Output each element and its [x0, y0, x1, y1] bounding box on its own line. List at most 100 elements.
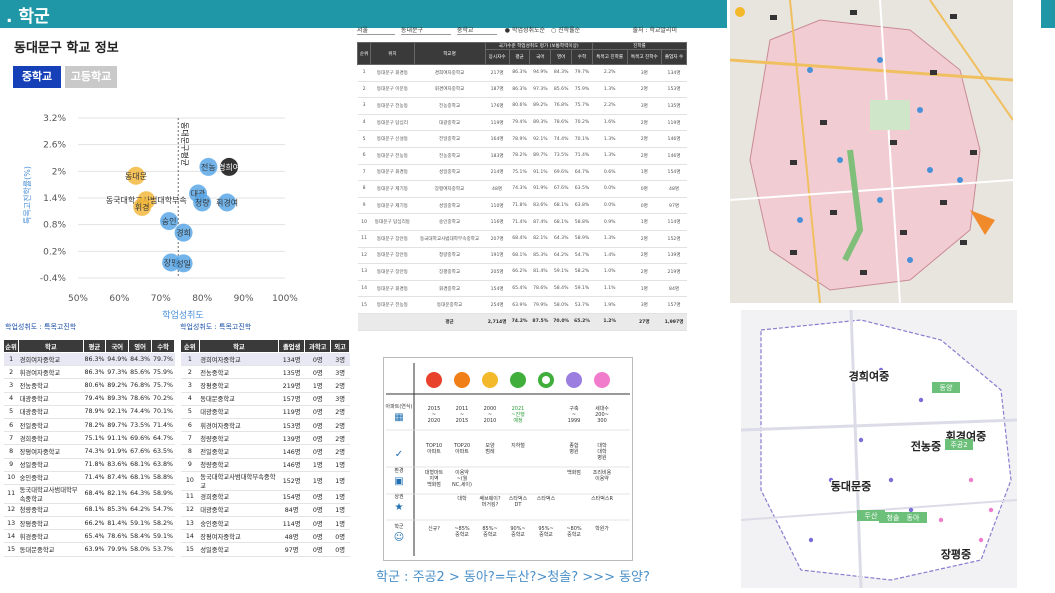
map2-school-dot[interactable] — [808, 537, 814, 543]
comparison-cell: 207명 — [485, 230, 510, 248]
comparison-row[interactable]: 4 동대문구 답십리 대광중학교 119명 79.4% 89.3% 78.6% 70.2% 1.… — [357, 114, 687, 132]
table-b-row[interactable]: 1 경희여자중학교 134명 0명 3명 — [180, 352, 350, 367]
radio-achievement[interactable]: ● 학업성취도순 — [505, 27, 545, 34]
table-a-row[interactable]: 4 대광중학교 79.4% 89.3% 78.6% 70.2% — [3, 392, 175, 406]
map-marker-icon[interactable] — [900, 230, 907, 235]
map2-school-dot[interactable] — [908, 507, 914, 513]
map2-school-dot[interactable] — [938, 517, 944, 523]
table-b-row[interactable]: 10 동국대학교사범대학부속중학교 152명 1명 1명 — [180, 471, 350, 491]
comparison-row[interactable]: 6 동대문구 전농동 전농중학교 183명 78.2% 89.7% 73.5% 71.4% 1.… — [357, 147, 687, 165]
comparison-row[interactable]: 15 동대문구 전농동 동대문중학교 254명 63.9% 79.9% 58.0% 53.7%… — [357, 296, 687, 314]
comparison-cell: 146명 — [661, 130, 687, 148]
filter-bar: 서울 동대문구 중학교 ● 학업성취도순 ○ 진학률순 출처 : 학교알리미 — [357, 25, 725, 41]
comparison-row[interactable]: 2 동대문구 이문동 휘경여자중학교 187명 86.3% 97.3% 85.6% 75.9%… — [357, 81, 687, 99]
map2-school-dot[interactable] — [968, 477, 974, 483]
map-marker-icon[interactable] — [970, 150, 977, 155]
map-school-dot[interactable] — [797, 217, 803, 223]
table-b-row[interactable]: 14 장평여자중학교 48명 0명 0명 — [180, 529, 350, 544]
map2-school-label: 장평중 — [941, 547, 971, 561]
table-a-cell: 숭인중학교 — [18, 471, 84, 485]
map2-school-label: 경희여중 — [849, 369, 889, 383]
map-school-dot[interactable] — [807, 67, 813, 73]
col-location: 위치 — [370, 42, 415, 65]
table-b-cell: 2명 — [330, 444, 350, 459]
comparison-row[interactable]: 5 동대문구 신설동 전일중학교 164명 78.9% 92.1% 74.4% 70.1% 1.… — [357, 130, 687, 148]
map-marker-icon[interactable] — [820, 120, 827, 125]
comparison-row[interactable]: 3 동대문구 전농동 전농중학교 176명 80.6% 89.2% 76.8% 75.7% 2.… — [357, 97, 687, 115]
table-a-cell: 59.1% — [128, 516, 152, 531]
table-a-row[interactable]: 12 청량중학교 68.1% 85.3% 64.2% 54.7% — [3, 503, 175, 518]
map-marker-icon[interactable] — [790, 250, 797, 255]
map-marker-icon[interactable] — [790, 160, 797, 165]
level-select[interactable]: 중학교 — [456, 25, 497, 35]
table-b-row[interactable]: 5 대광중학교 119명 0명 2명 — [180, 405, 350, 419]
table-a-row[interactable]: 8 장평여자중학교 74.3% 91.9% 67.6% 63.5% — [3, 444, 175, 459]
district-map-overview[interactable] — [730, 0, 1013, 303]
table-a-row[interactable]: 1 경희여자중학교 86.3% 94.9% 84.3% 79.7% — [3, 352, 175, 367]
table-b-row[interactable]: 2 전농중학교 135명 0명 3명 — [180, 365, 350, 380]
comparison-row[interactable]: 14 동대문구 휘경동 휘경중학교 154명 65.4% 78.6% 58.4% 59.1% 1… — [357, 280, 687, 298]
map-school-dot[interactable] — [927, 167, 933, 173]
table-a-row[interactable]: 13 장평중학교 66.2% 81.4% 59.1% 58.2% — [3, 516, 175, 531]
table-b-row[interactable]: 13 숭인중학교 114명 0명 1명 — [180, 516, 350, 531]
comparison-row[interactable]: 12 동대문구 장안동 청량중학교 191명 68.1% 85.3% 64.2% 54.7% 1… — [357, 247, 687, 265]
comparison-row[interactable]: 1 동대문구 휘경동 경희여자중학교 217명 86.3% 94.9% 84.3% 79.7%… — [357, 64, 687, 82]
comparison-row[interactable]: 10 동대문구 답십리동 숭인중학교 116명 71.4% 87.4% 68.1% 58.8%… — [357, 213, 687, 231]
comparison-row[interactable]: 8 동대문구 제기동 장평여자중학교 48명 74.3% 91.9% 67.6% 63.5% 0… — [357, 180, 687, 198]
table-a-row[interactable]: 9 성일중학교 71.8% 83.6% 68.1% 63.8% — [3, 458, 175, 472]
comparison-row[interactable]: 11 동대문구 장안동 동국대학교사범대학부속중학교 207명 68.4% 82.1% 64… — [357, 230, 687, 248]
map-school-dot[interactable] — [877, 197, 883, 203]
table-b-row[interactable]: 12 대광중학교 84명 0명 1명 — [180, 503, 350, 518]
district-select[interactable]: 동대문구 — [400, 25, 451, 35]
map-school-dot[interactable] — [917, 107, 923, 113]
table-a-row[interactable]: 15 동대문중학교 63.9% 79.9% 58.0% 53.7% — [3, 542, 175, 557]
map-marker-icon[interactable] — [830, 210, 837, 215]
table-a-row[interactable]: 11 동국대학교사범대학부속중학교 68.4% 82.1% 64.3% 58.9% — [3, 484, 175, 504]
map-marker-icon[interactable] — [940, 200, 947, 205]
tab-high-school[interactable]: 고등학교 — [65, 66, 117, 88]
table-b-row[interactable]: 6 휘경여자중학교 153명 0명 2명 — [180, 418, 350, 433]
table-a-cell: 64.2% — [128, 503, 152, 518]
table-b-row[interactable]: 11 경희중학교 154명 0명 1명 — [180, 490, 350, 504]
legend-cell-text: 지역 — [429, 475, 438, 482]
map-marker-icon[interactable] — [770, 15, 777, 20]
table-b-row[interactable]: 7 청량중학교 139명 0명 2명 — [180, 431, 350, 446]
region-select[interactable]: 서울 — [357, 25, 395, 35]
table-b-row[interactable]: 8 전일중학교 146명 0명 2명 — [180, 444, 350, 459]
table-a-row[interactable]: 14 휘경중학교 65.4% 78.6% 58.4% 59.1% — [3, 529, 175, 544]
map2-school-dot[interactable] — [978, 537, 984, 543]
legend-cell-text: 1999 — [568, 418, 581, 424]
comparison-cell: 동대문구 이문동 — [370, 81, 415, 99]
map-school-dot[interactable] — [907, 257, 913, 263]
table-a-row[interactable]: 2 휘경여자중학교 86.3% 97.3% 85.6% 75.9% — [3, 365, 175, 380]
comparison-row[interactable]: 7 동대문구 휘경동 성일중학교 214명 75.1% 91.1% 69.6% 64.7% 0.… — [357, 164, 687, 182]
district-map-schools[interactable]: 경희여중휘경여중전농중동대문중장평중동양주공2두산 동아청솔 — [741, 310, 1017, 588]
radio-advance[interactable]: ○ 진학률순 — [551, 27, 580, 34]
map2-school-dot[interactable] — [858, 437, 864, 443]
table-a-row[interactable]: 3 전농중학교 80.6% 89.2% 76.8% 75.7% — [3, 378, 175, 393]
map2-school-dot[interactable] — [888, 477, 894, 483]
table-b-row[interactable]: 9 청량중학교 146명 1명 1명 — [180, 458, 350, 472]
comparison-row[interactable]: 9 동대문구 제기동 성일중학교 110명 71.8% 83.6% 68.1% 63.8% 0.… — [357, 197, 687, 215]
map-school-dot[interactable] — [877, 57, 883, 63]
map-school-dot[interactable] — [957, 177, 963, 183]
map-marker-icon[interactable] — [850, 10, 857, 15]
comparison-row[interactable]: 13 동대문구 장안동 장평중학교 205명 66.2% 81.4% 59.1% 58.2% 1… — [357, 263, 687, 281]
map-marker-icon[interactable] — [960, 240, 967, 245]
map-school-dot[interactable] — [837, 157, 843, 163]
map-marker-icon[interactable] — [950, 14, 957, 19]
map2-school-dot[interactable] — [988, 507, 994, 513]
table-a-row[interactable]: 10 숭인중학교 71.4% 87.4% 68.1% 58.8% — [3, 471, 175, 485]
table-a-row[interactable]: 7 경희중학교 75.1% 91.1% 69.6% 64.7% — [3, 431, 175, 446]
table-b-row[interactable]: 3 장평중학교 219명 1명 2명 — [180, 378, 350, 393]
map-marker-icon[interactable] — [890, 140, 897, 145]
table-b-row[interactable]: 4 동대문중학교 157명 0명 3명 — [180, 392, 350, 406]
x-tick-label: 70% — [151, 294, 171, 304]
table-a-row[interactable]: 6 전일중학교 78.2% 89.7% 73.5% 71.4% — [3, 418, 175, 433]
tab-middle-school[interactable]: 중학교 — [13, 66, 61, 88]
map2-school-dot[interactable] — [918, 397, 924, 403]
map-marker-icon[interactable] — [860, 270, 867, 275]
map-marker-icon[interactable] — [930, 70, 937, 75]
table-a-row[interactable]: 5 대광중학교 78.9% 92.1% 74.4% 70.1% — [3, 405, 175, 419]
table-b-row[interactable]: 15 성일중학교 97명 0명 0명 — [180, 542, 350, 557]
